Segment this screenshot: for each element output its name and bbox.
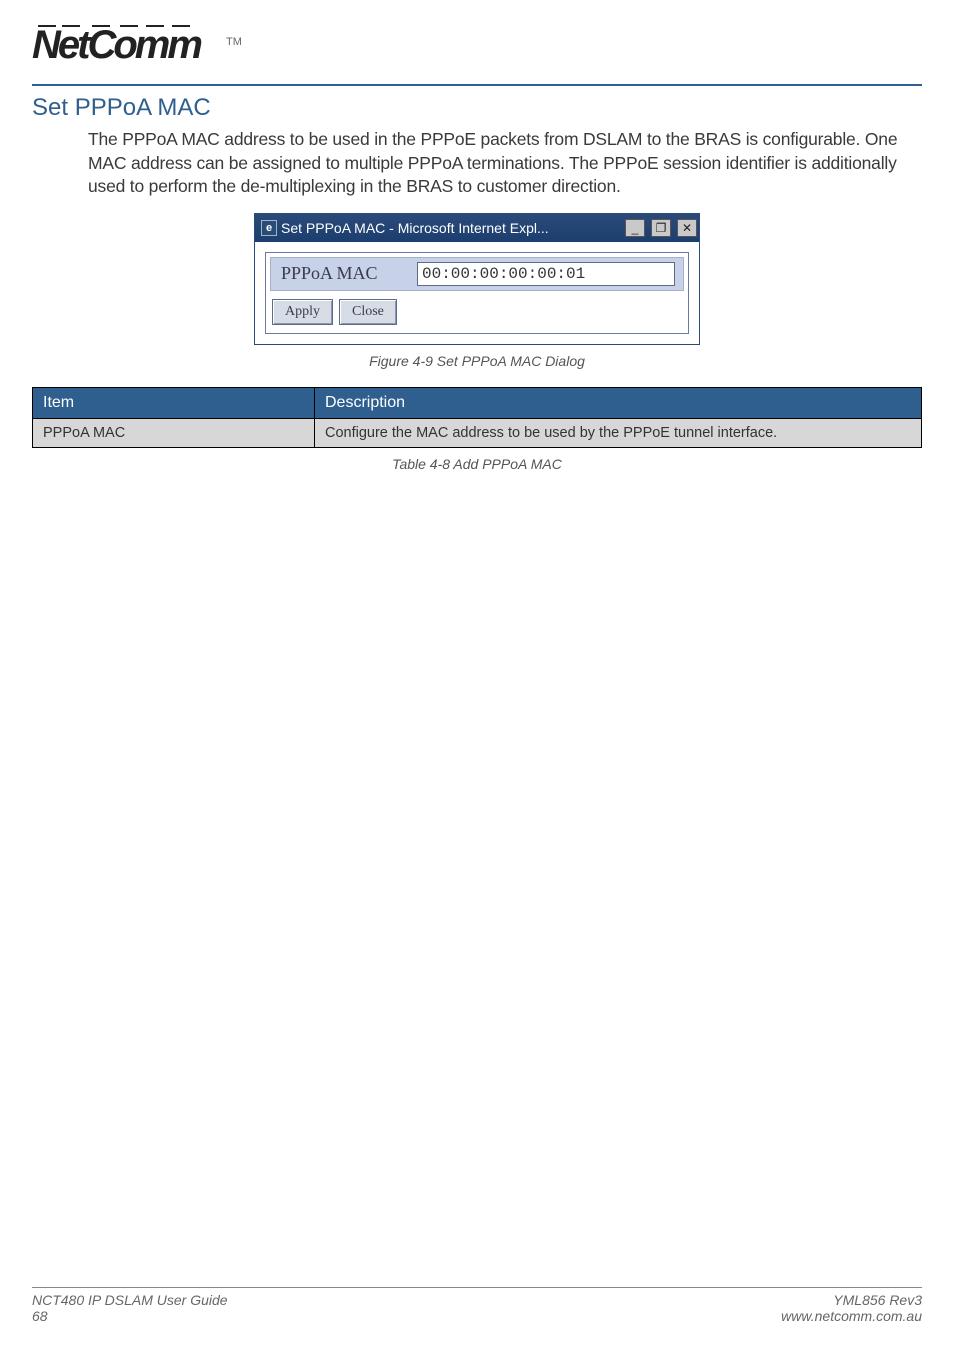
dialog-titlebar: e Set PPPoA MAC - Microsoft Internet Exp… xyxy=(255,214,699,242)
svg-text:NetComm: NetComm xyxy=(32,23,201,67)
table-cell-item: PPPoA MAC xyxy=(33,418,315,447)
table-row: PPPoA MAC Configure the MAC address to b… xyxy=(33,418,922,447)
section-heading: Set PPPoA MAC xyxy=(32,94,922,122)
page-footer: NCT480 IP DSLAM User Guide YML856 Rev3 6… xyxy=(32,1287,922,1324)
pppoa-mac-input[interactable] xyxy=(417,262,675,286)
header-rule xyxy=(32,84,922,86)
table-header-item: Item xyxy=(33,387,315,418)
netcomm-logo: NetComm xyxy=(32,18,222,74)
trademark-mark: TM xyxy=(222,36,242,74)
footer-rule xyxy=(32,1287,922,1288)
apply-button[interactable]: Apply xyxy=(272,299,333,325)
table-header-row: Item Description xyxy=(33,387,922,418)
footer-left-title: NCT480 IP DSLAM User Guide xyxy=(32,1292,228,1308)
pppoa-mac-table: Item Description PPPoA MAC Configure the… xyxy=(32,387,922,448)
table-header-description: Description xyxy=(315,387,922,418)
ie-icon: e xyxy=(261,220,277,236)
footer-right-rev: YML856 Rev3 xyxy=(833,1292,922,1308)
section-paragraph: The PPPoA MAC address to be used in the … xyxy=(88,128,922,199)
close-window-button[interactable]: ✕ xyxy=(677,219,697,237)
footer-page-number: 68 xyxy=(32,1308,48,1324)
dialog-title: Set PPPoA MAC - Microsoft Internet Expl.… xyxy=(281,220,619,236)
minimize-button[interactable]: _ xyxy=(625,219,645,237)
set-pppoa-mac-dialog: e Set PPPoA MAC - Microsoft Internet Exp… xyxy=(254,213,700,345)
figure-caption: Figure 4-9 Set PPPoA MAC Dialog xyxy=(32,353,922,369)
table-caption: Table 4-8 Add PPPoA MAC xyxy=(32,456,922,472)
brand-logo-row: NetComm TM xyxy=(32,18,922,80)
footer-url: www.netcomm.com.au xyxy=(781,1308,922,1324)
close-button[interactable]: Close xyxy=(339,299,397,325)
restore-button[interactable]: ❐ xyxy=(651,219,671,237)
table-cell-description: Configure the MAC address to be used by … xyxy=(315,418,922,447)
pppoa-mac-label: PPPoA MAC xyxy=(271,263,417,284)
